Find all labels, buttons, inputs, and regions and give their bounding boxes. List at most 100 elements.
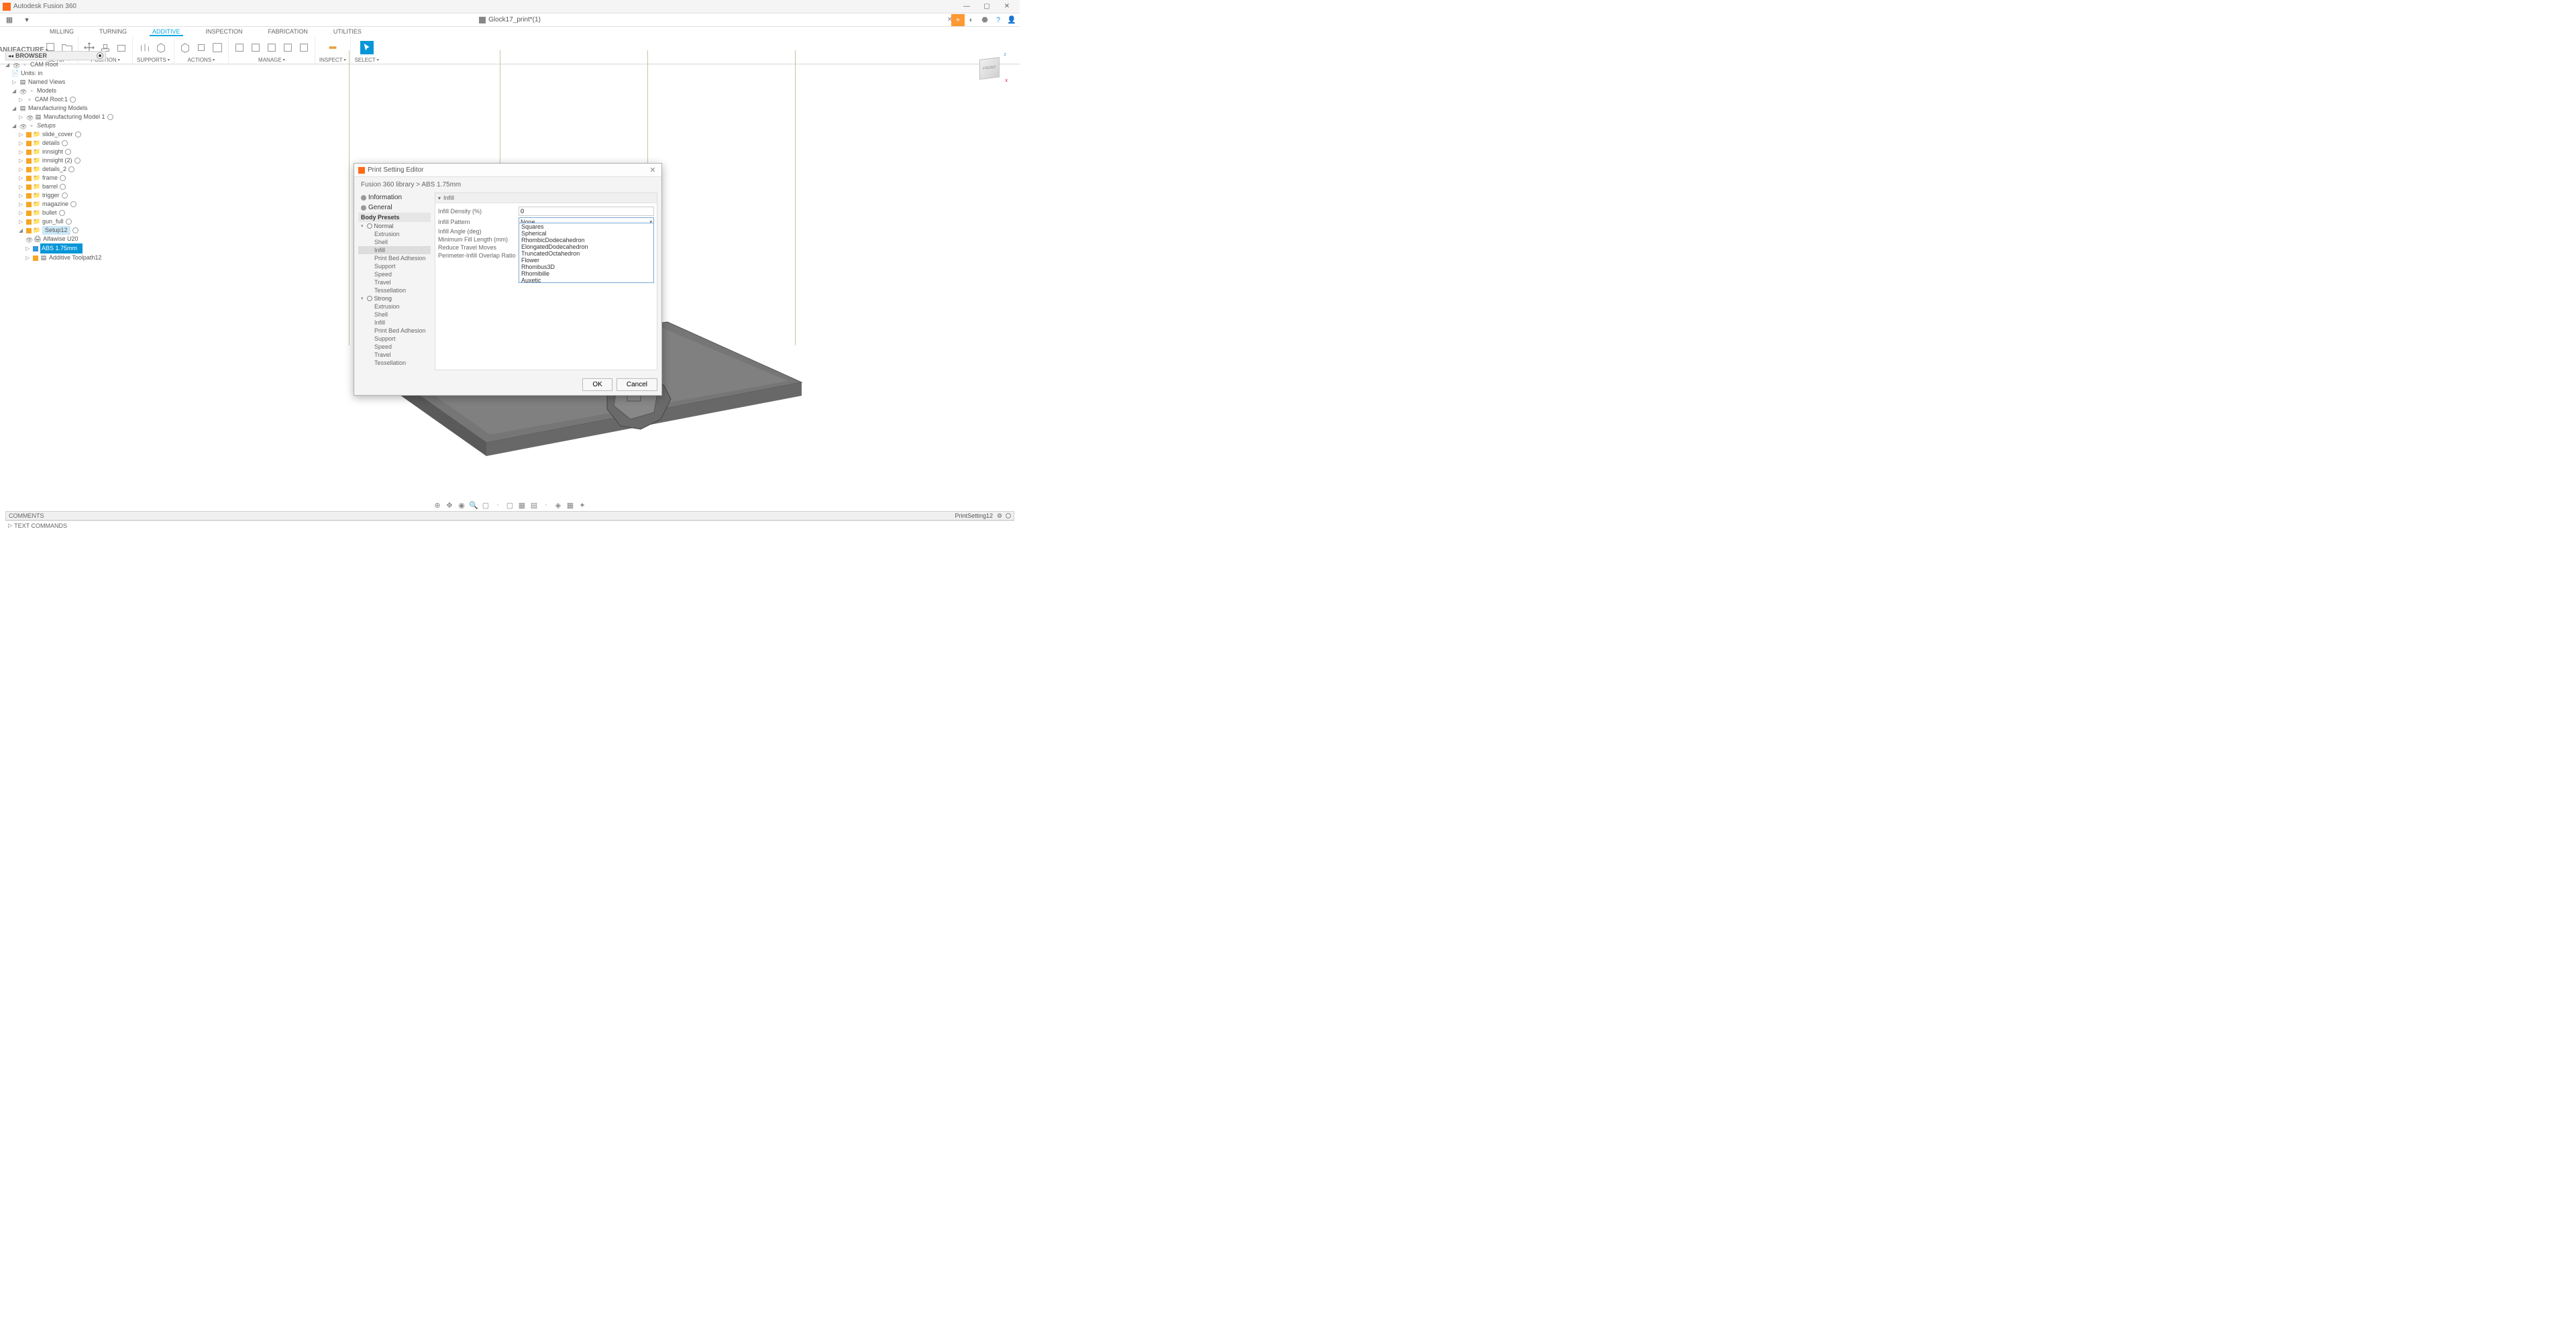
dialog-close-button[interactable]: ✕ bbox=[648, 166, 657, 174]
density-input[interactable] bbox=[519, 207, 654, 216]
post-icon[interactable] bbox=[211, 41, 224, 54]
nav-layers-icon[interactable]: ▦ bbox=[566, 500, 575, 510]
nav-normal-adhesion[interactable]: Print Bed Adhesion bbox=[358, 254, 431, 262]
maximize-button[interactable]: ▢ bbox=[977, 1, 997, 13]
close-button[interactable]: ✕ bbox=[997, 1, 1017, 13]
nav-normal-travel[interactable]: Travel bbox=[358, 278, 431, 286]
nav-normal-speed[interactable]: Speed bbox=[358, 270, 431, 278]
tree-op-4[interactable]: ▷📁details_2 bbox=[5, 165, 140, 174]
opt-spherical[interactable]: Spherical bbox=[519, 230, 653, 237]
opt-rhombille[interactable]: Rhomibille bbox=[519, 270, 653, 277]
tree-toolpath[interactable]: ▷▤Additive Toolpath12 bbox=[5, 254, 140, 262]
nav-strong-shell[interactable]: Shell bbox=[358, 311, 431, 319]
opt-elongated[interactable]: ElongatedDodecahedron bbox=[519, 243, 653, 250]
user-avatar[interactable]: 👤 bbox=[1005, 14, 1018, 26]
section-header[interactable]: ▾Infill bbox=[435, 193, 657, 203]
tree-op-6[interactable]: ▷📁barrel bbox=[5, 182, 140, 191]
tree-models[interactable]: ◢👁▫Models bbox=[5, 87, 140, 95]
gear-icon[interactable]: ⚙ bbox=[996, 512, 1004, 520]
nav-normal-infill[interactable]: Infill bbox=[358, 246, 431, 254]
opt-squares[interactable]: Squares bbox=[519, 223, 653, 230]
tab-turning[interactable]: TURNING bbox=[97, 27, 129, 36]
viewcube-face[interactable]: FRONT bbox=[979, 57, 1000, 80]
tree-manuf-models[interactable]: ◢▤Manufacturing Models bbox=[5, 104, 140, 113]
tree-material[interactable]: ▷ABS 1.75mm bbox=[5, 243, 140, 254]
tree-op-8[interactable]: ▷📁magazine bbox=[5, 200, 140, 209]
comments-bar[interactable]: COMMENTS PrintSetting12 ⚙ bbox=[5, 511, 1014, 520]
nav-strong-speed[interactable]: Speed bbox=[358, 343, 431, 351]
tree-op-9[interactable]: ▷📁bullet bbox=[5, 209, 140, 217]
nav-body-presets[interactable]: Body Presets bbox=[358, 213, 431, 222]
ok-button[interactable]: OK bbox=[582, 378, 612, 391]
tree-op-1[interactable]: ▷📁details bbox=[5, 139, 140, 148]
pattern-dropdown[interactable]: Squares Spherical RhombicDodecahedron El… bbox=[519, 223, 654, 283]
simulate-icon[interactable] bbox=[195, 41, 208, 54]
opt-flower[interactable]: Flower bbox=[519, 257, 653, 264]
browser-options-icon[interactable] bbox=[97, 52, 103, 59]
support-volume-icon[interactable] bbox=[154, 41, 168, 54]
orient-icon[interactable] bbox=[115, 41, 128, 54]
browser-collapse-icon[interactable]: ◂◂ bbox=[8, 53, 13, 59]
nav-fit-icon[interactable]: ▢ bbox=[481, 500, 490, 510]
dialog-titlebar[interactable]: Print Setting Editor ✕ bbox=[354, 164, 661, 177]
tree-op-7[interactable]: ▷📁trigger bbox=[5, 191, 140, 200]
manage-3-icon[interactable] bbox=[265, 41, 278, 54]
nav-strong-adhesion[interactable]: Print Bed Adhesion bbox=[358, 327, 431, 335]
nav-orbit-icon[interactable]: ⊕ bbox=[433, 500, 442, 510]
manage-4-icon[interactable] bbox=[281, 41, 294, 54]
generate-icon[interactable] bbox=[178, 41, 192, 54]
tree-named-views[interactable]: ▷▤Named Views bbox=[5, 78, 140, 87]
opt-truncated[interactable]: TruncatedOctahedron bbox=[519, 250, 653, 257]
app-menu-icon[interactable]: ▦ bbox=[3, 13, 16, 27]
nav-general[interactable]: General bbox=[358, 203, 431, 213]
nav-strong-support[interactable]: Support bbox=[358, 335, 431, 343]
nav-strong[interactable]: Strong bbox=[358, 294, 431, 302]
tree-op-10[interactable]: ▷📁gun_full bbox=[5, 217, 140, 226]
tab-milling[interactable]: MILLING bbox=[47, 27, 76, 36]
manage-5-icon[interactable] bbox=[297, 41, 311, 54]
minimize-button[interactable]: — bbox=[957, 1, 977, 13]
nav-grid-icon[interactable]: ▦ bbox=[517, 500, 527, 510]
tree-units[interactable]: 📄Units: in bbox=[5, 69, 140, 78]
nav-normal[interactable]: Normal bbox=[358, 222, 431, 230]
nav-strong-tessellation[interactable]: Tessellation bbox=[358, 359, 431, 367]
tree-setup12[interactable]: ◢📁Setup12 bbox=[5, 226, 140, 235]
tree-op-3[interactable]: ▷📁innsight (2) bbox=[5, 156, 140, 165]
tree-setups[interactable]: ◢👁▫Setups bbox=[5, 121, 140, 130]
notifications-button[interactable]: ⬣ bbox=[978, 14, 991, 26]
nav-normal-extrusion[interactable]: Extrusion bbox=[358, 230, 431, 238]
measure-icon[interactable] bbox=[326, 41, 339, 54]
nav-display-icon[interactable]: ▢ bbox=[505, 500, 515, 510]
extensions-button[interactable]: ◐ bbox=[965, 14, 978, 26]
tree-op-5[interactable]: ▷📁frame bbox=[5, 174, 140, 182]
file-menu-icon[interactable]: ▾ bbox=[20, 13, 34, 27]
nav-strong-extrusion[interactable]: Extrusion bbox=[358, 302, 431, 311]
nav-strong-travel[interactable]: Travel bbox=[358, 351, 431, 359]
nav-viewport-icon[interactable]: ▤ bbox=[529, 500, 539, 510]
viewcube[interactable]: z FRONT x bbox=[973, 54, 1006, 87]
tree-manuf-model1[interactable]: ▷👁▤Manufacturing Model 1 bbox=[5, 113, 140, 121]
comments-dot[interactable] bbox=[1006, 513, 1011, 518]
cancel-button[interactable]: Cancel bbox=[616, 378, 657, 391]
tree-cam-root1[interactable]: ▷▫CAM Root:1 bbox=[5, 95, 140, 104]
tree-machine[interactable]: 👁🖨Alfawise U20 bbox=[5, 235, 140, 243]
nav-extras-icon[interactable]: ✦ bbox=[578, 500, 587, 510]
nav-pan-icon[interactable]: ✥ bbox=[445, 500, 454, 510]
tree-op-2[interactable]: ▷📁innsight bbox=[5, 148, 140, 156]
manage-1-icon[interactable] bbox=[233, 41, 246, 54]
tab-utilities[interactable]: UTILITIES bbox=[331, 27, 364, 36]
help-button[interactable]: ? bbox=[991, 14, 1005, 26]
tab-additive[interactable]: ADDITIVE bbox=[150, 27, 183, 36]
support-bar-icon[interactable] bbox=[138, 41, 152, 54]
new-tab-button[interactable]: + bbox=[951, 14, 965, 26]
tab-fabrication[interactable]: FABRICATION bbox=[266, 27, 311, 36]
tab-inspection[interactable]: INSPECTION bbox=[203, 27, 246, 36]
nav-normal-shell[interactable]: Shell bbox=[358, 238, 431, 246]
manage-2-icon[interactable] bbox=[249, 41, 262, 54]
browser-header[interactable]: ◂◂ BROWSER bbox=[5, 51, 106, 60]
nav-zoom-icon[interactable]: 🔍 bbox=[469, 500, 478, 510]
text-commands-bar[interactable]: ▷ TEXT COMMANDS bbox=[5, 520, 1014, 530]
tree-op-0[interactable]: ▷📁slide_cover bbox=[5, 130, 140, 139]
nav-normal-support[interactable]: Support bbox=[358, 262, 431, 270]
nav-strong-infill[interactable]: Infill bbox=[358, 319, 431, 327]
